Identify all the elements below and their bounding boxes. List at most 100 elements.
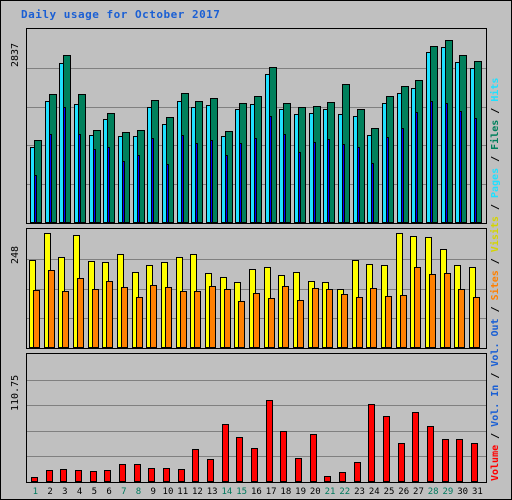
bar-pages	[151, 138, 155, 223]
bar-pages	[224, 155, 228, 223]
y-axis-label-hits: 2837	[10, 42, 21, 67]
bar-sites	[370, 288, 378, 348]
day-column	[322, 229, 337, 348]
day-column	[293, 29, 308, 223]
day-column	[366, 354, 381, 482]
day-column	[29, 29, 44, 223]
bar-pages	[298, 152, 302, 223]
chart-panel-sites-visits	[26, 228, 487, 349]
day-column	[264, 29, 279, 223]
legend-item-visits: Visits	[490, 216, 501, 253]
bar-series-hits-files-pages	[27, 29, 486, 223]
day-column	[205, 29, 220, 223]
bar-volume	[163, 468, 171, 482]
bar-sites	[33, 290, 40, 348]
day-label-28: 28	[427, 487, 439, 497]
day-label-27: 27	[413, 487, 424, 497]
day-label-18: 18	[280, 487, 292, 497]
day-label-29: 29	[442, 487, 454, 497]
day-column	[352, 354, 367, 482]
legend-item-sites: Sites	[490, 270, 501, 301]
day-column	[337, 354, 352, 482]
bar-pages	[444, 103, 448, 223]
day-column	[29, 354, 44, 482]
bar-sites	[355, 297, 363, 348]
legend-separator: /	[490, 366, 501, 385]
day-label-10: 10	[162, 487, 174, 497]
day-column	[58, 229, 73, 348]
bar-pages	[371, 163, 375, 223]
day-column	[249, 354, 264, 482]
day-column	[439, 229, 455, 348]
day-column	[205, 354, 220, 482]
legend-item-vol--in: Vol. In	[490, 384, 501, 427]
day-column	[366, 29, 381, 223]
bar-volume	[339, 472, 347, 482]
bar-volume	[60, 469, 68, 482]
bar-pages	[459, 111, 463, 223]
day-column	[220, 354, 235, 482]
day-column	[440, 354, 455, 482]
day-column	[73, 29, 88, 223]
bar-volume	[456, 439, 464, 482]
day-column	[381, 229, 396, 348]
bar-sites	[341, 294, 349, 348]
day-column	[102, 229, 117, 348]
bar-pages	[34, 175, 37, 223]
day-column	[381, 29, 396, 223]
bar-pages	[107, 147, 111, 223]
day-column	[234, 229, 249, 348]
y-axis-label-sites: 248	[10, 245, 21, 264]
day-column	[234, 29, 249, 223]
bar-sites	[77, 278, 85, 348]
bar-sites	[385, 296, 393, 348]
day-label-30: 30	[457, 487, 469, 497]
chart-legend: Volume / Vol. In / Vol. Out / Sites / Vi…	[490, 41, 506, 481]
bar-sites	[267, 298, 275, 348]
legend-separator: /	[490, 198, 501, 217]
day-column	[352, 29, 367, 223]
day-column	[425, 29, 440, 223]
day-label-2: 2	[47, 487, 53, 497]
day-label-21: 21	[324, 487, 336, 497]
chart-panel-volume	[26, 353, 487, 483]
day-column	[29, 229, 44, 348]
day-label-20: 20	[309, 487, 321, 497]
bar-volume	[280, 431, 288, 482]
bar-pages	[254, 138, 258, 223]
bar-pages	[92, 149, 96, 223]
bar-pages	[400, 128, 404, 223]
day-column	[410, 29, 425, 223]
day-column	[410, 229, 425, 348]
bar-volume	[324, 476, 332, 482]
bar-sites	[429, 274, 437, 348]
day-column	[102, 29, 117, 223]
day-column	[88, 29, 103, 223]
day-column	[278, 29, 293, 223]
legend-item-files: Files	[490, 119, 501, 150]
day-column	[131, 229, 147, 348]
day-column	[161, 29, 176, 223]
day-column	[146, 29, 161, 223]
day-label-4: 4	[76, 487, 83, 497]
day-label-14: 14	[221, 487, 233, 497]
chart-panel-hits-files-pages	[26, 28, 487, 224]
bar-pages	[63, 107, 67, 223]
bar-series-sites-visits	[27, 229, 486, 348]
bar-sites	[297, 300, 305, 348]
bar-volume	[441, 439, 449, 482]
bar-sites	[91, 289, 99, 348]
bar-pages	[430, 101, 434, 223]
legend-separator: /	[490, 149, 501, 168]
day-column	[337, 229, 352, 348]
day-column	[293, 354, 308, 482]
day-label-31: 31	[471, 487, 483, 497]
day-column	[351, 229, 367, 348]
bar-sites	[209, 286, 217, 348]
bar-volume	[221, 424, 229, 482]
day-column	[219, 229, 235, 348]
page-title: Daily usage for October 2017	[21, 8, 221, 21]
day-column	[366, 229, 381, 348]
bar-volume	[412, 412, 420, 482]
bar-pages	[195, 143, 199, 223]
